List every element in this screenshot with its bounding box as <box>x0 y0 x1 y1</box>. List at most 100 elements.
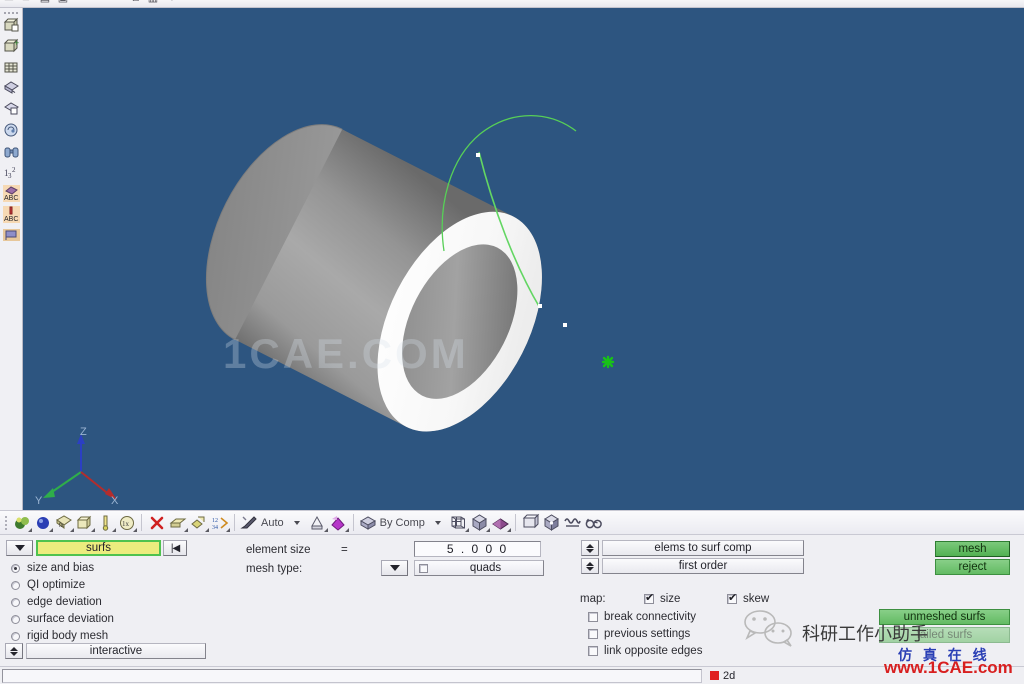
option-size-and-bias[interactable]: size and bias <box>11 562 94 574</box>
checkbox-map-skew[interactable] <box>727 592 737 604</box>
mesh-face-icon[interactable]: fx <box>53 512 74 533</box>
checkbox-map-size[interactable] <box>644 592 654 604</box>
chevron-down-icon[interactable] <box>294 520 301 525</box>
by-comp-icon[interactable]: By Comp <box>358 512 426 533</box>
organize-icon[interactable] <box>74 512 95 533</box>
undo-icon[interactable]: ↶ <box>74 0 88 5</box>
chevron-down-icon[interactable] <box>435 520 442 525</box>
reject-button[interactable]: reject <box>935 559 1010 575</box>
elems-destination-spinner[interactable] <box>581 540 599 556</box>
mesh-type-field[interactable]: quads <box>414 560 544 576</box>
failed-surfs-button[interactable]: failed surfs <box>879 627 1010 643</box>
left-icon-toolbar[interactable]: + 1 3 2 ABC ABC <box>0 8 23 510</box>
element-size-input[interactable]: 5 . 0 0 0 <box>414 541 541 557</box>
spectacles-icon[interactable] <box>583 512 604 533</box>
delete-icon[interactable] <box>146 512 167 533</box>
numbers-icon[interactable]: 1 3 2 <box>2 163 21 182</box>
surfs-selector[interactable]: surfs <box>36 540 161 556</box>
map-size-option[interactable]: size <box>644 592 680 605</box>
component-collector-icon[interactable] <box>2 16 21 35</box>
entity-type-dropdown[interactable] <box>6 540 33 556</box>
print-icon[interactable]: ▣ <box>56 0 70 5</box>
find-attached-icon[interactable] <box>2 121 21 140</box>
top-toolbar[interactable]: ▭ ▱ ▤ ▣ ↶ ↷ ✂ ⧉ ▥ ➜ ⋯ <box>0 0 1024 8</box>
renumber-icon[interactable]: 12 34 <box>209 512 230 533</box>
option-label: surface deviation <box>27 613 114 625</box>
shade-elements-icon[interactable] <box>2 100 21 119</box>
cut-icon[interactable]: ✂ <box>110 0 124 5</box>
option-qi-optimize[interactable]: QI optimize <box>11 579 85 591</box>
geometry-points-icon[interactable] <box>11 512 32 533</box>
fill-color-icon[interactable] <box>328 512 349 533</box>
element-order-button[interactable]: first order <box>602 558 804 574</box>
add-component-icon[interactable]: + <box>2 37 21 56</box>
rewind-icon[interactable]: |◀ <box>163 540 187 556</box>
radio-surface-deviation[interactable] <box>11 614 20 624</box>
link-opposite-edges-label: link opposite edges <box>604 645 703 657</box>
checkbox-break-connectivity[interactable] <box>588 612 598 622</box>
save-icon[interactable]: ▤ <box>38 0 52 5</box>
map-skew-option[interactable]: skew <box>727 592 769 605</box>
3d-viewport[interactable]: 1CAE.COM Z Y X <box>23 8 1024 510</box>
auto-mode-dropdown[interactable] <box>285 512 307 533</box>
interactive-spinner[interactable] <box>5 643 23 659</box>
radio-qi-optimize[interactable] <box>11 580 20 590</box>
unmeshed-surfs-button[interactable]: unmeshed surfs <box>879 609 1010 625</box>
window-view-icon[interactable] <box>520 512 541 533</box>
mesh-grid-icon[interactable] <box>2 79 21 98</box>
binoculars-find-icon[interactable] <box>2 142 21 161</box>
text-abc-icon[interactable]: ABC <box>2 184 21 203</box>
checkbox-previous-settings[interactable] <box>588 629 598 639</box>
spheres-icon[interactable] <box>32 512 53 533</box>
mode-indicator[interactable]: 2d <box>710 670 735 682</box>
copy-icon[interactable]: ⧉ <box>128 0 142 5</box>
paint-color-icon[interactable] <box>307 512 328 533</box>
paste-icon[interactable]: ▥ <box>146 0 160 5</box>
elems-destination-button[interactable]: elems to surf comp <box>602 540 804 556</box>
toolbar-separator <box>514 514 516 531</box>
more-icon[interactable]: ⋯ <box>182 0 196 5</box>
mesh-type-checkbox[interactable] <box>419 563 428 573</box>
option-surface-deviation[interactable]: surface deviation <box>11 613 114 625</box>
reflect-icon[interactable] <box>188 512 209 533</box>
flag-note-icon[interactable] <box>2 226 21 245</box>
by-comp-dropdown[interactable] <box>426 512 448 533</box>
interactive-button[interactable]: interactive <box>26 643 206 659</box>
arrow-icon[interactable]: ➜ <box>164 0 178 5</box>
node-edit-icon[interactable] <box>95 512 116 533</box>
redo-icon[interactable]: ↷ <box>92 0 106 5</box>
link-opposite-edges-option[interactable]: link opposite edges <box>588 645 702 657</box>
option-edge-deviation[interactable]: edge deviation <box>11 596 102 608</box>
plane-view-icon[interactable] <box>490 512 511 533</box>
iso-view-icon[interactable] <box>541 512 562 533</box>
auto-mode-icon[interactable]: Auto <box>239 512 285 533</box>
previous-settings-option[interactable]: previous settings <box>588 628 690 640</box>
numbering-icon[interactable]: 1x <box>116 512 137 533</box>
file-icon[interactable]: ▭ <box>2 0 16 5</box>
wireframe-view-icon[interactable] <box>448 512 469 533</box>
open-icon[interactable]: ▱ <box>20 0 34 5</box>
top-toolbar-icons[interactable]: ▭ ▱ ▤ ▣ ↶ ↷ ✂ ⧉ ▥ ➜ ⋯ <box>2 0 196 5</box>
unmeshed-surfs-label: unmeshed surfs <box>903 611 986 623</box>
toolbar-grip[interactable] <box>2 514 9 531</box>
radio-edge-deviation[interactable] <box>11 597 20 607</box>
annotation-abc-icon[interactable]: ABC <box>2 205 21 224</box>
element-order-spinner[interactable] <box>581 558 599 574</box>
shaded-view-icon[interactable] <box>469 512 490 533</box>
radio-size-and-bias[interactable] <box>11 563 20 573</box>
mask-glasses-icon[interactable] <box>562 512 583 533</box>
translate-icon[interactable] <box>167 512 188 533</box>
mesh-type-dropdown[interactable] <box>381 560 408 576</box>
model-render[interactable] <box>23 8 1024 510</box>
mesh-button[interactable]: mesh <box>935 541 1010 557</box>
toolbar-grip[interactable] <box>4 9 19 16</box>
option-label: size and bias <box>27 562 95 574</box>
checkbox-link-opposite-edges[interactable] <box>588 646 598 656</box>
mask-icon[interactable] <box>2 58 21 77</box>
main-icon-toolbar[interactable]: fx 1x 12 34 Auto By Comp <box>0 510 1024 535</box>
option-rigid-body-mesh[interactable]: rigid body mesh <box>11 630 108 642</box>
failed-surfs-label: failed surfs <box>916 629 973 641</box>
break-connectivity-option[interactable]: break connectivity <box>588 611 696 623</box>
axis-triad <box>43 434 117 500</box>
radio-rigid-body-mesh[interactable] <box>11 631 20 641</box>
